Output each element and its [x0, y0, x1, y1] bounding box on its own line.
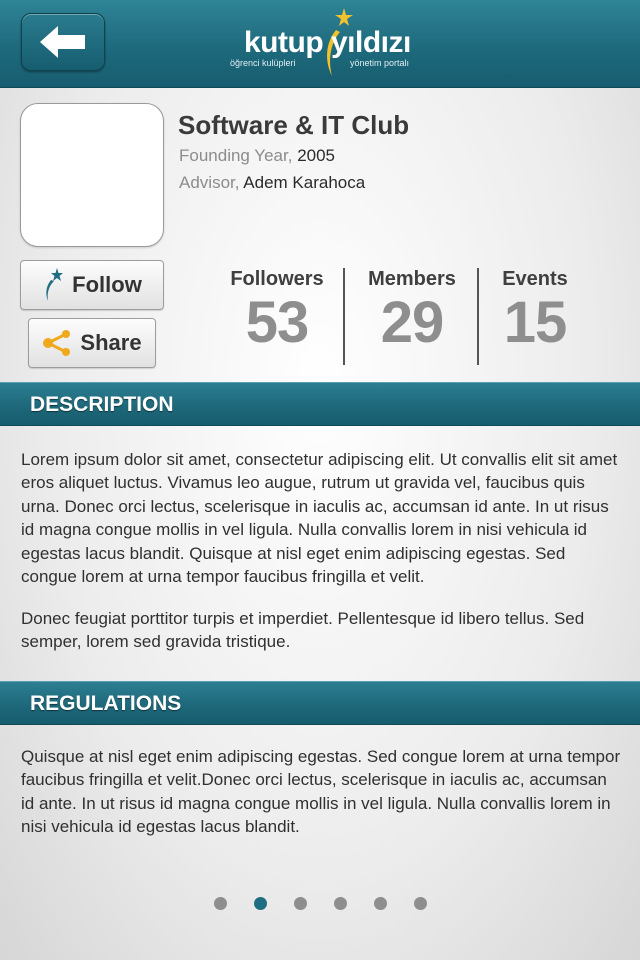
star-swoosh-icon — [46, 268, 64, 301]
club-name: Software & IT Club — [178, 110, 410, 140]
stat-events-value: 15 — [503, 290, 568, 355]
advisor-value: Adem Karahoca — [243, 173, 366, 192]
stat-members-value: 29 — [380, 290, 445, 355]
follow-button[interactable]: Follow — [20, 260, 164, 310]
page-dot[interactable] — [334, 897, 347, 910]
stat-followers-label: Followers — [230, 268, 324, 290]
club-avatar — [20, 103, 164, 247]
stat-members: Members 29 — [345, 268, 479, 355]
advisor-label: Advisor, — [179, 173, 240, 192]
description-header: DESCRIPTION — [0, 382, 640, 426]
regulations-title: REGULATIONS — [30, 692, 182, 715]
stat-followers: Followers 53 — [210, 268, 344, 355]
advisor: Advisor, Adem Karahoca — [179, 173, 365, 193]
founding-year: Founding Year, 2005 — [179, 146, 335, 166]
stat-members-label: Members — [368, 268, 456, 290]
logo-subtitle-left: öğrenci kulüpleri — [230, 58, 296, 68]
arrow-left-icon — [40, 26, 85, 58]
page-dot[interactable] — [414, 897, 427, 910]
logo: kutup yıldızı öğrenci kulüpleri yönetim … — [228, 8, 418, 80]
page-dot[interactable] — [294, 897, 307, 910]
stat-events: Events 15 — [468, 268, 602, 355]
description-paragraph-1: Lorem ipsum dolor sit amet, consectetur … — [21, 450, 618, 587]
app-header: kutup yıldızı öğrenci kulüpleri yönetim … — [0, 0, 640, 88]
page-dot[interactable] — [214, 897, 227, 910]
page-dot[interactable] — [374, 897, 387, 910]
regulations-header: REGULATIONS — [0, 681, 640, 725]
description-paragraph-2: Donec feugiat porttitor turpis et imperd… — [21, 609, 585, 652]
founding-year-value: 2005 — [297, 146, 336, 165]
share-button[interactable]: Share — [28, 318, 156, 368]
description-title: DESCRIPTION — [30, 393, 174, 416]
regulations-paragraph-1: Quisque at nisl eget enim adipiscing ege… — [21, 747, 621, 837]
page-indicator — [0, 897, 640, 911]
page-dot-active[interactable] — [254, 897, 267, 910]
logo-subtitle-right: yönetim portalı — [350, 58, 410, 68]
share-icon — [43, 330, 71, 356]
stat-followers-value: 53 — [245, 290, 310, 355]
logo-text: kutup yıldızı — [244, 26, 411, 59]
stat-events-label: Events — [502, 268, 568, 290]
back-button[interactable] — [21, 13, 105, 71]
founding-year-label: Founding Year, — [179, 146, 293, 165]
follow-label: Follow — [72, 272, 142, 297]
share-label: Share — [80, 330, 142, 355]
